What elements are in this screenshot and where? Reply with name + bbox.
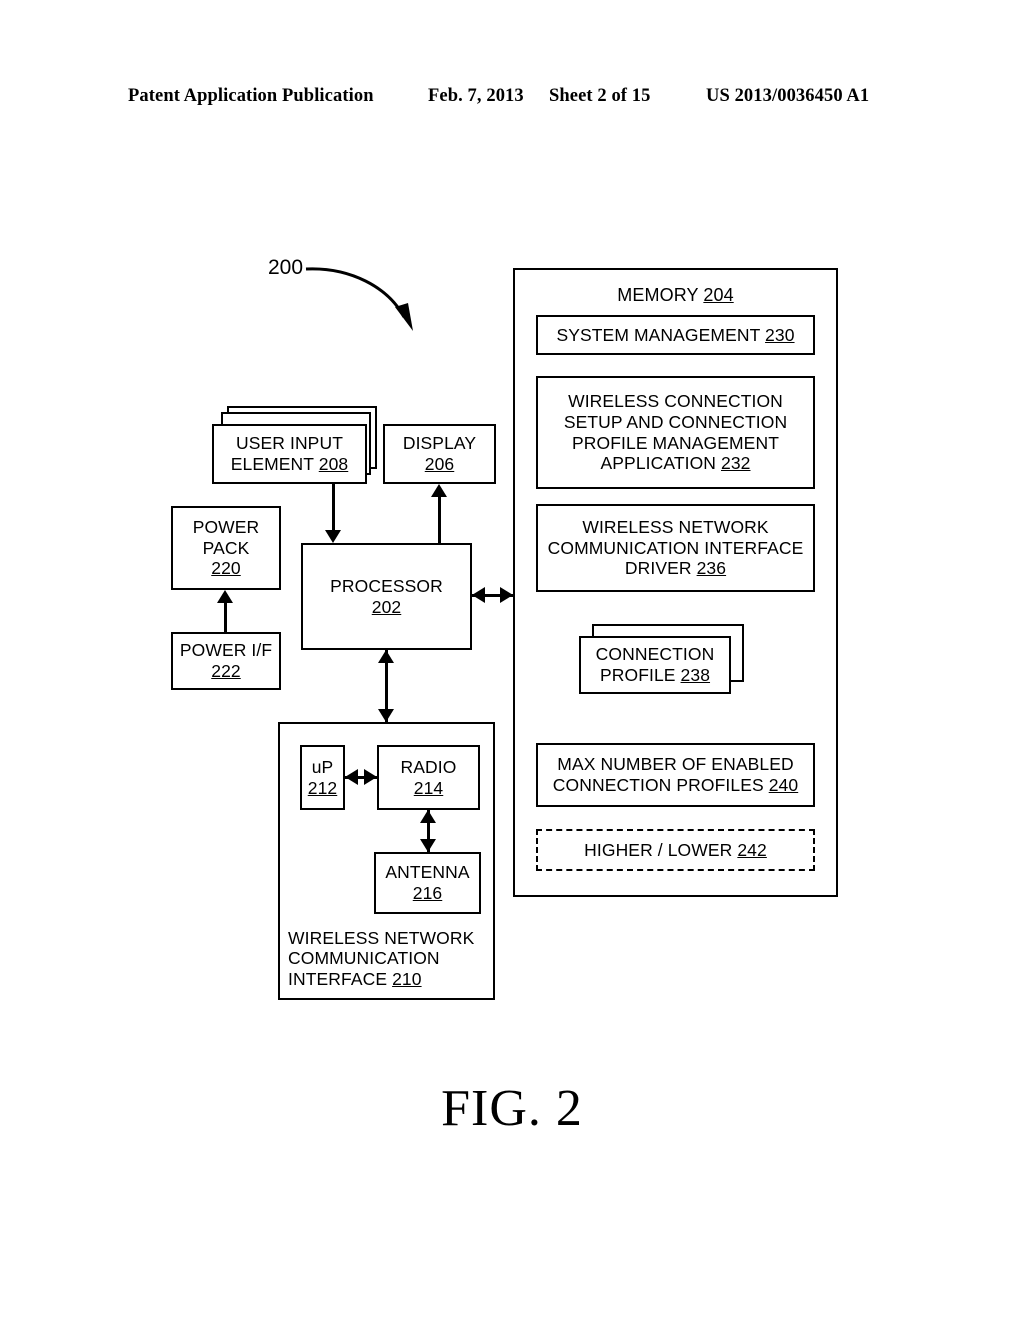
arrowhead-wnci-processor-icon xyxy=(378,650,394,663)
user-input-element-block: USER INPUT ELEMENT 208 xyxy=(212,424,367,484)
wnci-driver-line3: DRIVER 236 xyxy=(624,558,727,579)
wnci-line2: COMMUNICATION xyxy=(288,948,440,969)
power-pack-block: POWER PACK 220 xyxy=(171,506,281,590)
connector-power-if-power-pack xyxy=(224,603,227,632)
processor-label: PROCESSOR xyxy=(330,575,443,596)
higher-lower-label: HIGHER / LOWER 242 xyxy=(584,839,767,860)
max-profiles-line2: CONNECTION PROFILES 240 xyxy=(552,775,799,795)
header-patent-number: US 2013/0036450 A1 xyxy=(706,86,870,106)
power-if-ref: 222 xyxy=(211,661,241,681)
microprocessor-block: uP 212 xyxy=(300,745,345,810)
header-date: Feb. 7, 2013 xyxy=(428,86,524,106)
higher-lower-block: HIGHER / LOWER 242 xyxy=(536,829,815,871)
max-profiles-line1: MAX NUMBER OF ENABLED xyxy=(557,754,794,775)
wireless-app-line1: WIRELESS CONNECTION xyxy=(568,390,783,411)
antenna-label: ANTENNA xyxy=(385,862,470,883)
arrowhead-user-input-processor-icon xyxy=(325,530,341,543)
wnci-line1: WIRELESS NETWORK xyxy=(288,927,475,948)
arrowhead-processor-memory-icon xyxy=(500,587,513,603)
radio-block: RADIO 214 xyxy=(377,745,480,810)
page-header: Patent Application Publication Feb. 7, 2… xyxy=(0,86,1024,116)
wnci-driver-block: WIRELESS NETWORK COMMUNICATION INTERFACE… xyxy=(536,504,815,592)
system-reference-arrow-icon xyxy=(305,267,413,331)
wireless-app-line3: PROFILE MANAGEMENT xyxy=(572,432,779,453)
arrowhead-up-radio-icon xyxy=(364,769,377,785)
connector-processor-display xyxy=(438,497,441,543)
radio-label: RADIO xyxy=(400,756,457,777)
system-management-block: SYSTEM MANAGEMENT 230 xyxy=(536,315,815,355)
system-reference-label: 200 xyxy=(268,256,304,279)
processor-ref: 202 xyxy=(371,596,402,617)
display-ref: 206 xyxy=(424,454,455,474)
power-pack-line1: POWER xyxy=(192,516,260,537)
connection-profile-line1: CONNECTION xyxy=(595,644,715,665)
radio-ref: 214 xyxy=(413,777,444,798)
wnci-driver-line1: WIRELESS NETWORK xyxy=(582,516,769,537)
header-sheet: Sheet 2 of 15 xyxy=(549,86,651,106)
processor-block: PROCESSOR 202 xyxy=(301,543,472,650)
wnci-line3: INTERFACE 210 xyxy=(288,969,422,990)
connection-profile-line2: PROFILE 238 xyxy=(599,665,711,685)
wnci-driver-line2: COMMUNICATION INTERFACE xyxy=(547,537,804,558)
arrowhead-radio-up-icon xyxy=(345,769,358,785)
figure-caption: FIG. 2 xyxy=(441,1080,583,1137)
power-if-label: POWER I/F xyxy=(179,640,273,661)
header-publication: Patent Application Publication xyxy=(128,86,374,106)
power-pack-line2: PACK xyxy=(202,537,250,558)
antenna-ref: 216 xyxy=(412,883,443,903)
connection-profile-block: CONNECTION PROFILE 238 xyxy=(579,636,731,694)
user-input-line1: USER INPUT xyxy=(236,433,343,454)
display-block: DISPLAY 206 xyxy=(383,424,496,484)
power-pack-ref: 220 xyxy=(211,558,241,579)
patent-figure-page: Patent Application Publication Feb. 7, 2… xyxy=(0,0,1024,1320)
arrowhead-processor-display-icon xyxy=(431,484,447,497)
system-management-label: SYSTEM MANAGEMENT 230 xyxy=(556,324,795,345)
wireless-app-line2: SETUP AND CONNECTION xyxy=(563,411,788,432)
arrowhead-processor-wnci-icon xyxy=(378,709,394,722)
power-if-block: POWER I/F 222 xyxy=(171,632,281,690)
connector-user-input-processor xyxy=(332,484,335,531)
wireless-connection-app-block: WIRELESS CONNECTION SETUP AND CONNECTION… xyxy=(536,376,815,489)
microprocessor-ref: 212 xyxy=(307,777,338,798)
arrowhead-antenna-radio-icon xyxy=(420,810,436,823)
antenna-block: ANTENNA 216 xyxy=(374,852,481,914)
microprocessor-label: uP xyxy=(311,756,334,777)
arrowhead-memory-processor-icon xyxy=(472,587,485,603)
arrowhead-power-if-power-pack-icon xyxy=(217,590,233,603)
memory-title: MEMORY 204 xyxy=(617,285,734,305)
max-profiles-block: MAX NUMBER OF ENABLED CONNECTION PROFILE… xyxy=(536,743,815,807)
user-input-line2: ELEMENT 208 xyxy=(230,454,349,474)
arrowhead-radio-antenna-icon xyxy=(420,839,436,852)
display-label: DISPLAY xyxy=(402,433,477,454)
wireless-app-line4: APPLICATION 232 xyxy=(600,453,751,474)
